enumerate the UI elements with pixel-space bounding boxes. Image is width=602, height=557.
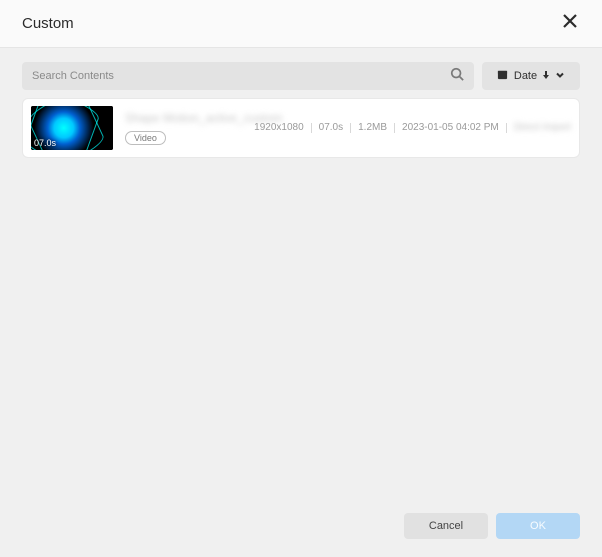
close-icon: [563, 14, 577, 33]
dialog-title: Custom: [22, 15, 74, 32]
meta-duration: 07.0s: [312, 123, 351, 133]
thumbnail-duration: 07.0s: [34, 138, 56, 148]
sort-label: Date: [514, 70, 537, 82]
content-list: 07.0s Shape Motion_active_custom Video 1…: [0, 98, 602, 499]
item-meta: 1920x1080 07.0s 1.2MB 2023-01-05 04:02 P…: [254, 123, 571, 133]
sort-button[interactable]: Date: [482, 62, 580, 90]
meta-extra: Direct Import: [507, 123, 571, 133]
cancel-button[interactable]: Cancel: [404, 513, 488, 539]
close-button[interactable]: [560, 14, 580, 34]
content-item[interactable]: 07.0s Shape Motion_active_custom Video 1…: [22, 98, 580, 158]
item-type-badge: Video: [125, 131, 166, 145]
toolbar: Date: [0, 48, 602, 98]
search-icon[interactable]: [450, 67, 464, 86]
calendar-icon: [497, 69, 508, 83]
item-info: Shape Motion_active_custom Video: [125, 111, 242, 145]
meta-size: 1.2MB: [351, 123, 395, 133]
dialog-header: Custom: [0, 0, 602, 48]
sort-direction-icon: [543, 70, 549, 82]
search-input[interactable]: [32, 70, 450, 82]
item-thumbnail: 07.0s: [31, 106, 113, 150]
ok-button[interactable]: OK: [496, 513, 580, 539]
chevron-down-icon: [555, 70, 565, 83]
dialog-footer: Cancel OK: [0, 499, 602, 557]
item-title: Shape Motion_active_custom: [125, 111, 242, 125]
meta-datetime: 2023-01-05 04:02 PM: [395, 123, 507, 133]
search-wrapper: [22, 62, 474, 90]
